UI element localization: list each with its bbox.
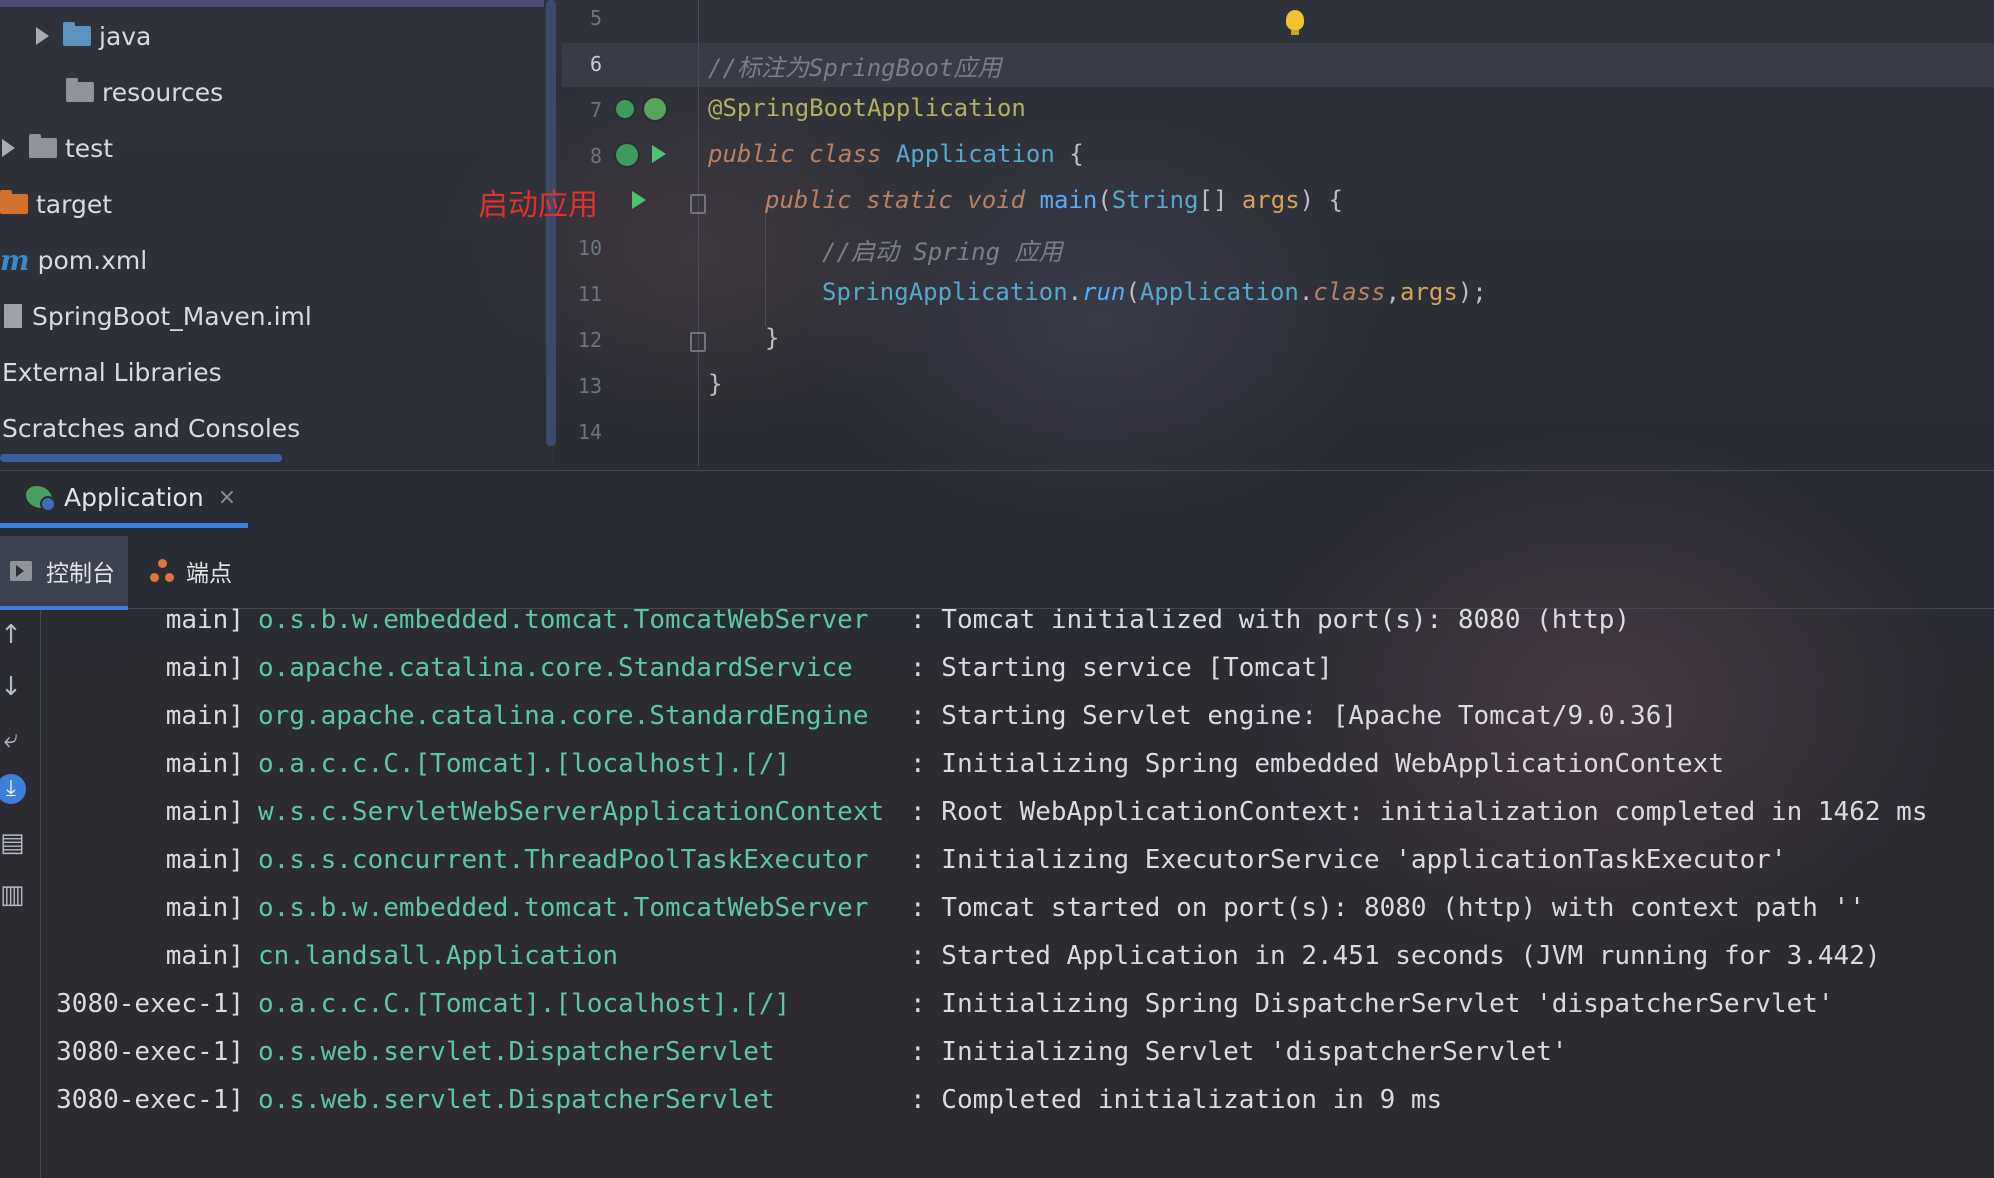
run-subtabs: 控制台 端点: [0, 536, 1994, 610]
project-top-scrollbar[interactable]: [0, 0, 544, 7]
log-line: 3080-exec-1] o.s.web.servlet.DispatcherSe…: [56, 1037, 1568, 1067]
up-arrow-icon[interactable]: ↑: [0, 620, 22, 650]
tree-item-label: test: [65, 133, 114, 163]
run-class-icon[interactable]: [652, 145, 666, 163]
line-number: 13: [577, 374, 602, 398]
tree-item-resources[interactable]: resources: [66, 72, 223, 112]
tree-item-target[interactable]: target: [0, 184, 112, 224]
expand-arrow-icon[interactable]: [2, 139, 15, 157]
line-number: 12: [577, 328, 602, 352]
log-line: main] o.apache.catalina.core.StandardServ…: [165, 653, 1333, 683]
line-number: 5: [589, 6, 602, 30]
down-arrow-icon[interactable]: ↓: [0, 672, 22, 702]
indent-guide: [765, 206, 766, 326]
gutter-divider: [698, 0, 699, 466]
tree-item-test[interactable]: test: [2, 128, 113, 168]
scroll-to-end-icon[interactable]: ⤓: [0, 774, 26, 804]
start-app-annotation: 启动应用: [478, 188, 598, 223]
log-line: main] o.s.b.w.embedded.tomcat.TomcatWebSe…: [165, 605, 1631, 635]
code-line-8: public class Application {: [708, 140, 1084, 168]
fold-marker-icon[interactable]: [690, 194, 706, 214]
tree-item-label: resources: [102, 77, 224, 107]
project-horizontal-scrollbar[interactable]: [0, 454, 282, 462]
resources-folder-icon: [66, 78, 94, 102]
line-number: 8: [589, 144, 602, 168]
tab-label: 端点: [186, 561, 232, 587]
console-toolbar: ↑ ↓ ⤶ ⤓ ▤ ▥: [0, 610, 41, 1178]
tree-item-label: Scratches and Consoles: [2, 413, 301, 443]
tree-item-pom-xml[interactable]: m pom.xml: [0, 240, 147, 280]
console-icon: [10, 561, 32, 581]
folder-icon: [29, 134, 57, 158]
lightbulb-icon[interactable]: [1286, 10, 1304, 35]
code-line-9: public static void main(String[] args) {: [765, 186, 1344, 214]
tree-item-label: java: [99, 21, 152, 51]
trash-icon[interactable]: ▥: [0, 880, 25, 910]
run-tab-application[interactable]: Application ×: [0, 471, 248, 528]
close-icon[interactable]: ×: [218, 485, 236, 510]
tree-item-external-libraries[interactable]: External Libraries: [2, 352, 222, 392]
endpoints-icon: [150, 559, 174, 583]
code-line-10: //启动 Spring 应用: [822, 238, 1063, 266]
line-number: 6: [589, 52, 602, 76]
run-tab-label: Application: [64, 482, 204, 512]
line-number: 10: [577, 236, 602, 260]
code-line-11: SpringApplication.run(Application.class,…: [822, 278, 1487, 306]
log-line: main] o.s.b.w.embedded.tomcat.TomcatWebSe…: [165, 893, 1865, 923]
find-usages-icon[interactable]: [614, 98, 636, 120]
tab-label: 控制台: [46, 561, 115, 587]
code-line-6: //标注为SpringBoot应用: [708, 54, 1002, 82]
tree-item-label: pom.xml: [37, 245, 148, 275]
log-line: main] org.apache.catalina.core.StandardEn…: [165, 701, 1678, 731]
run-main-icon[interactable]: [632, 191, 646, 209]
project-tool-window: java resources test target m pom.xml Spr…: [0, 0, 556, 466]
log-line: 3080-exec-1] o.a.c.c.C.[Tomcat].[localhos…: [56, 989, 1834, 1019]
tree-item-scratches[interactable]: Scratches and Consoles: [2, 408, 300, 448]
tree-item-label: SpringBoot_Maven.iml: [32, 301, 312, 331]
spring-bean-icon[interactable]: [614, 142, 640, 168]
soft-wrap-icon[interactable]: ⤶: [0, 724, 22, 754]
tree-item-iml[interactable]: SpringBoot_Maven.iml: [4, 296, 312, 336]
maven-icon: m: [0, 243, 30, 277]
expand-arrow-icon[interactable]: [36, 27, 49, 45]
line-number: 14: [577, 420, 602, 444]
line-number: 11: [577, 282, 602, 306]
fold-marker-icon[interactable]: [690, 332, 706, 352]
tree-item-java[interactable]: java: [36, 16, 151, 56]
log-line: 3080-exec-1] o.s.web.servlet.DispatcherSe…: [56, 1085, 1443, 1115]
code-editor[interactable]: 5 6 7 8 10 11 12 13 14 //标注为SpringBoot应用…: [562, 0, 1994, 466]
log-line: main] w.s.c.ServletWebServerApplicationCo…: [165, 797, 1928, 827]
run-tool-window-header: Application ×: [0, 470, 1994, 528]
tree-item-label: target: [36, 189, 113, 219]
spring-bean-icon[interactable]: [642, 96, 668, 122]
line-number: 7: [589, 98, 602, 122]
tree-item-label: External Libraries: [2, 357, 222, 387]
log-line: main] o.s.s.concurrent.ThreadPoolTaskExec…: [165, 845, 1787, 875]
spring-boot-run-icon: [26, 486, 56, 512]
module-file-icon: [4, 304, 22, 328]
tab-endpoints[interactable]: 端点: [150, 536, 260, 606]
print-icon[interactable]: ▤: [0, 828, 25, 858]
code-line-12: }: [765, 324, 780, 352]
log-line: main] o.a.c.c.C.[Tomcat].[localhost].[/]:…: [165, 749, 1724, 779]
source-folder-icon: [63, 22, 91, 46]
code-line-13: }: [708, 370, 723, 398]
log-line: main] cn.landsall.Application: Started Ap…: [165, 941, 1881, 971]
code-line-7: @SpringBootApplication: [708, 94, 1026, 122]
tab-console[interactable]: 控制台: [0, 536, 128, 610]
excluded-folder-icon: [0, 190, 28, 214]
